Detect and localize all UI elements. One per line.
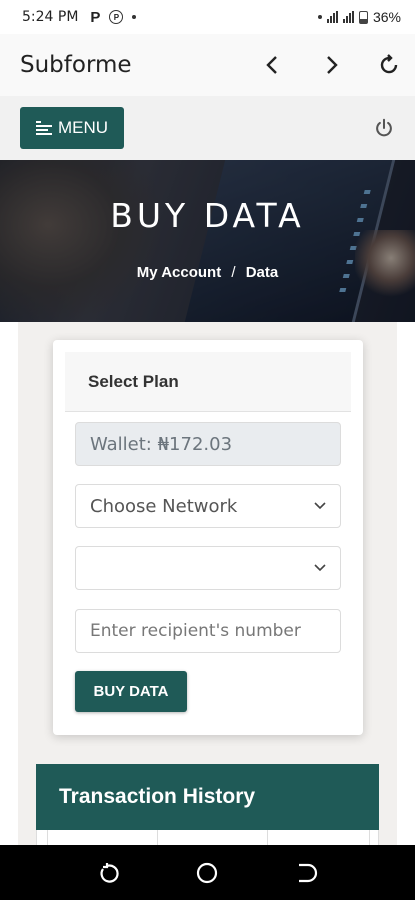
buy-data-form: Select Plan Wallet: ₦172.03 Choose Netwo… (53, 340, 363, 735)
transaction-history-header: Transaction History (36, 764, 379, 830)
status-bar: 5:24 PM P P 36% (0, 0, 415, 34)
browser-nav (261, 53, 401, 77)
recents-icon[interactable] (97, 861, 121, 885)
battery-level: 36% (372, 9, 401, 25)
breadcrumb-parent[interactable]: My Account (137, 264, 221, 281)
back-icon[interactable] (294, 861, 318, 885)
menu-button[interactable]: MENU (20, 107, 124, 149)
wallet-balance-field: Wallet: ₦172.03 (75, 422, 341, 466)
network-select[interactable]: Choose Network (75, 484, 341, 528)
reload-icon[interactable] (377, 53, 401, 77)
back-icon[interactable] (261, 53, 285, 77)
system-nav-bar (0, 845, 415, 900)
notification-icons: P P (90, 8, 137, 26)
chevron-down-icon (314, 502, 326, 510)
recipient-number-input[interactable] (90, 621, 326, 641)
dot-icon (317, 15, 322, 19)
system-icons: 36% (317, 9, 401, 25)
browser-toolbar: Subforme (0, 34, 415, 96)
buy-data-button[interactable]: BUY DATA (75, 671, 187, 712)
p-icon: P (90, 8, 101, 26)
transaction-history-table (36, 830, 379, 845)
breadcrumb-separator: / (231, 264, 236, 281)
dot-icon (132, 15, 137, 19)
page-title: BUY DATA (110, 196, 305, 235)
network-select-value: Choose Network (90, 495, 238, 517)
main-content: Select Plan Wallet: ₦172.03 Choose Netwo… (0, 322, 415, 845)
signal-icon (342, 11, 354, 23)
chevron-down-icon (314, 564, 326, 572)
browser-title: Subforme (20, 52, 132, 78)
form-heading: Select Plan (65, 352, 351, 412)
plan-select[interactable] (75, 546, 341, 590)
battery-icon (358, 10, 368, 24)
home-icon[interactable] (195, 861, 219, 885)
status-time: 5:24 PM (22, 9, 79, 25)
menu-icon (35, 121, 52, 135)
copyright-icon: P (109, 10, 124, 24)
forward-icon[interactable] (319, 53, 343, 77)
breadcrumb: My Account / Data (0, 264, 415, 281)
hero-overlay (0, 160, 415, 322)
menu-label: MENU (57, 118, 109, 137)
recipient-number-field[interactable] (75, 609, 341, 653)
hero-banner: BUY DATA My Account / Data (0, 160, 415, 322)
power-icon[interactable] (373, 117, 395, 139)
signal-icon (326, 11, 338, 23)
wallet-balance: Wallet: ₦172.03 (90, 433, 233, 455)
site-header: MENU (0, 96, 415, 160)
breadcrumb-current: Data (245, 264, 279, 281)
